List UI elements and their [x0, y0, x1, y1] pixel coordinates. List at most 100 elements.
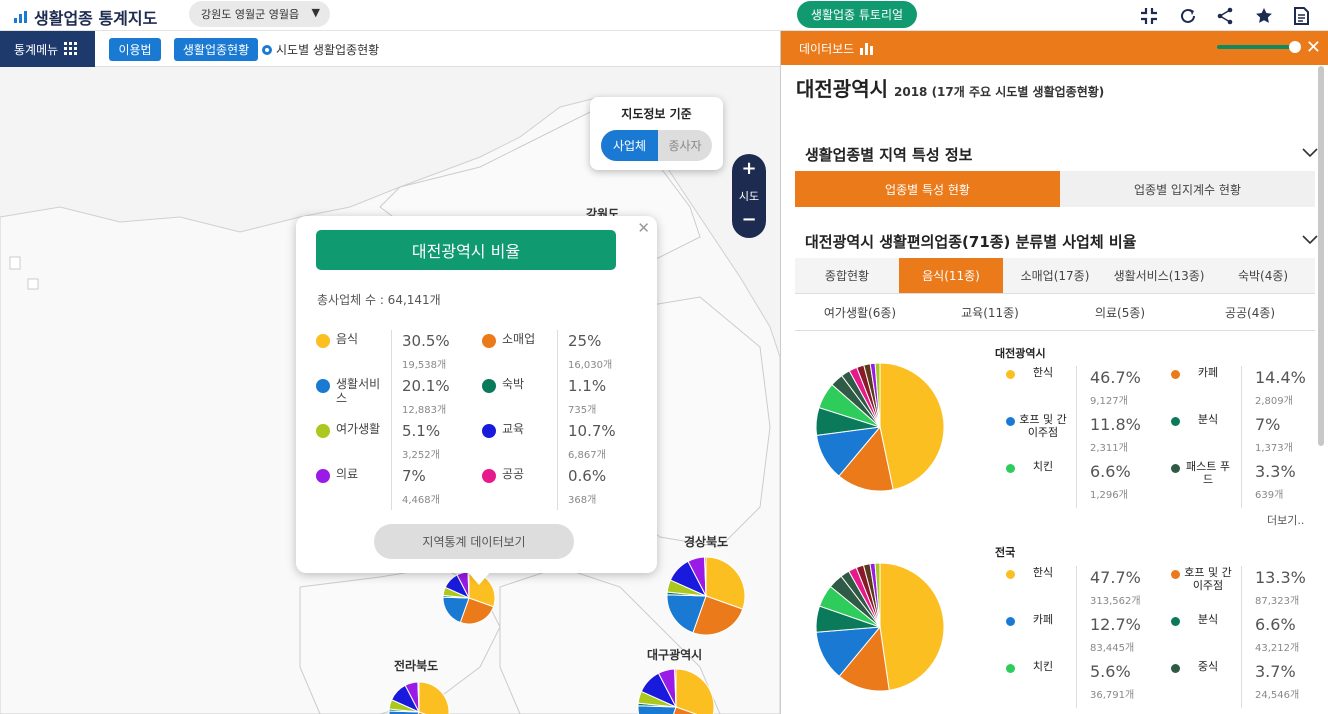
popup-item-food: 음식 30.5% 19,538개: [316, 330, 486, 375]
tutorial-button[interactable]: 생활업종 튜토리얼: [797, 1, 917, 28]
chart1-legend-item: 호프 및 간이주점 13.3% 87,323개: [1171, 566, 1328, 614]
legend-label: 치킨: [1032, 460, 1054, 473]
item-label: 의료: [336, 467, 359, 481]
divider: [391, 465, 392, 510]
popup-total: 총사업체 수 : 64,141개: [317, 293, 441, 307]
legend-dot: [1006, 464, 1015, 473]
legend-dot: [1006, 617, 1015, 626]
jeonbuk-map-pie[interactable]: [388, 681, 450, 714]
legend-dot: [1171, 570, 1180, 579]
daejeon-food-pie: [815, 362, 945, 492]
national-food-pie: [815, 562, 945, 692]
collapse-icon[interactable]: [1138, 6, 1160, 26]
dropdown-arrow-icon: ▼: [311, 6, 320, 19]
divider: [557, 375, 558, 420]
close-icon[interactable]: ✕: [637, 219, 650, 237]
item-label: 여가생활: [336, 422, 381, 436]
chart0-legend-item: 한식 46.7% 9,127개: [1006, 366, 1166, 414]
location-select[interactable]: 강원도 영월군 영월읍 ▼: [189, 1, 330, 27]
divider: [557, 465, 558, 510]
basis-toggle[interactable]: 사업체 종사자: [601, 130, 712, 161]
item-label: 생활서비스: [336, 377, 381, 405]
zoom-control: + 시도 −: [732, 154, 766, 238]
bookmark-star-icon[interactable]: [1253, 6, 1275, 26]
stats-menu-label: 통계메뉴: [14, 42, 59, 57]
legend-label: 카페: [1197, 366, 1219, 379]
divider: [1241, 413, 1242, 461]
stats-menu-button[interactable]: 통계메뉴: [0, 31, 95, 67]
legend-percent: 7%: [1255, 415, 1281, 434]
legend-label: 치킨: [1032, 660, 1054, 673]
gyeongbuk-map-pie[interactable]: [666, 556, 746, 636]
divider: [1076, 613, 1077, 661]
chart1-legend-item: 중식 3.7% 24,546개: [1171, 660, 1328, 708]
legend-label: 호프 및 간이주점: [1019, 413, 1067, 439]
legend-count: 9,127개: [1090, 396, 1128, 407]
zoom-in-icon[interactable]: +: [732, 158, 766, 179]
legend-dot: [482, 424, 496, 438]
databoard-panel: 데이터보드 ✕ 대전광역시 2018 (17개 주요 시도별 생활업종현황) 생활…: [780, 31, 1328, 714]
item-label: 소매업: [502, 332, 536, 346]
item-percent: 10.7%: [568, 422, 616, 440]
legend-count: 639개: [1255, 490, 1284, 501]
legend-count: 83,445개: [1090, 643, 1135, 654]
legend-dot: [1171, 664, 1180, 673]
item-count: 368개: [568, 495, 597, 506]
map-basis-box: 지도정보 기준 사업체 종사자: [590, 97, 723, 170]
chart0-legend-item: 호프 및 간이주점 11.8% 2,311개: [1006, 413, 1166, 461]
top-bar: 생활업종 통계지도 강원도 영월군 영월읍 ▼ 생활업종 튜토리얼: [0, 0, 1328, 31]
legend-dot: [482, 469, 496, 483]
legend-label: 한식: [1032, 566, 1054, 579]
divider: [391, 420, 392, 465]
breadcrumb: 시도별 생활업종현황: [262, 41, 379, 58]
item-count: 735개: [568, 405, 597, 416]
legend-count: 43,212개: [1255, 643, 1300, 654]
refresh-icon[interactable]: [1177, 6, 1199, 26]
share-icon[interactable]: [1214, 6, 1236, 26]
item-percent: 0.6%: [568, 467, 607, 485]
status-button[interactable]: 생활업종현황: [174, 38, 258, 61]
legend-label: 호프 및 간이주점: [1184, 566, 1232, 592]
legend-dot: [1006, 570, 1015, 579]
legend-count: 1,296개: [1090, 490, 1128, 501]
map-pie-slice: [418, 681, 450, 714]
app-logo[interactable]: 생활업종 통계지도: [14, 5, 157, 29]
legend-count: 87,323개: [1255, 596, 1300, 607]
basis-business-option[interactable]: 사업체: [601, 130, 658, 161]
item-label: 교육: [502, 422, 525, 436]
legend-dot: [316, 379, 330, 393]
guide-button[interactable]: 이용법: [109, 38, 161, 61]
item-count: 6,867개: [568, 450, 606, 461]
map-pie-slice: [675, 668, 715, 714]
divider: [391, 375, 392, 420]
zoom-out-icon[interactable]: −: [732, 209, 766, 230]
report-icon[interactable]: [1290, 6, 1312, 26]
divider: [1241, 613, 1242, 661]
item-label: 숙박: [502, 377, 525, 391]
more-link[interactable]: 더보기..: [1267, 512, 1304, 528]
panel-pie-slice: [879, 562, 945, 691]
region-data-button[interactable]: 지역통계 데이터보기: [374, 524, 574, 559]
item-count: 3,252개: [402, 450, 440, 461]
divider: [1241, 366, 1242, 414]
region-popup: ✕ 대전광역시 비율 총사업체 수 : 64,141개 음식 30.5% 19,53…: [296, 216, 657, 585]
sub-toolbar: 통계메뉴 이용법 생활업종현황 시도별 생활업종현황: [0, 31, 780, 67]
legend-dot: [1171, 464, 1180, 473]
legend-dot: [1006, 370, 1015, 379]
item-percent: 7%: [402, 467, 426, 485]
item-count: 4,468개: [402, 495, 440, 506]
legend-label: 중식: [1197, 660, 1219, 673]
item-percent: 20.1%: [402, 377, 450, 395]
daegu-map-pie[interactable]: [637, 668, 715, 714]
legend-percent: 46.7%: [1090, 368, 1141, 387]
item-label: 음식: [336, 332, 359, 346]
basis-employee-option[interactable]: 종사자: [658, 130, 712, 161]
legend-percent: 3.7%: [1255, 662, 1296, 681]
legend-dot: [482, 379, 496, 393]
legend-count: 2,311개: [1090, 443, 1128, 454]
chart0-legend-item: 패스트 푸드 3.3% 639개: [1171, 460, 1328, 508]
legend-dot: [316, 424, 330, 438]
popup-tail: [467, 571, 491, 585]
legend-percent: 47.7%: [1090, 568, 1141, 587]
legend-count: 1,373개: [1255, 443, 1293, 454]
